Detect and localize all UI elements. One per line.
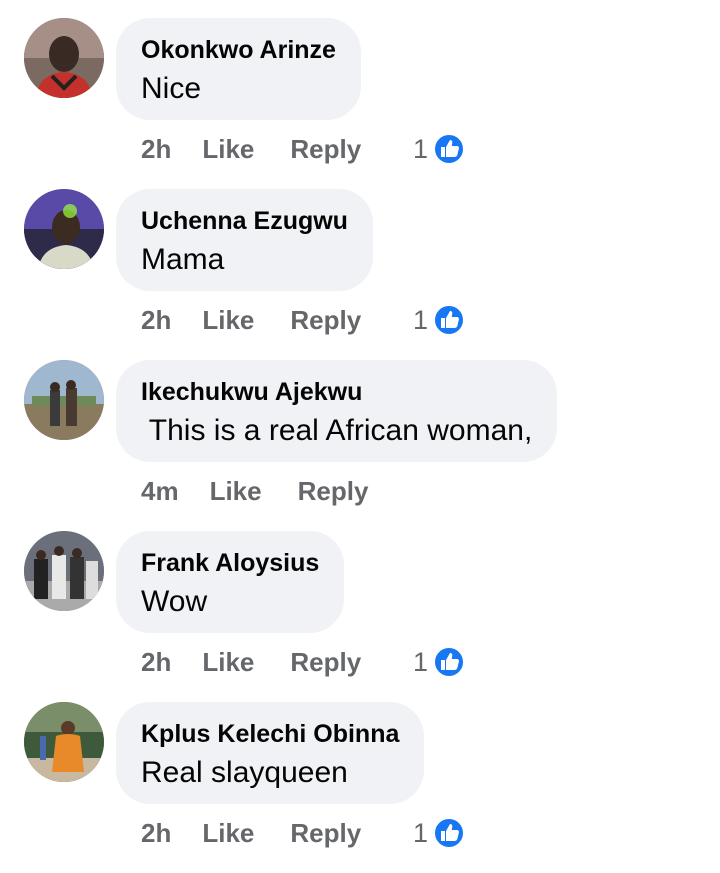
- like-button[interactable]: Like: [202, 134, 254, 165]
- comment-bubble: Ikechukwu Ajekwu This is a real African …: [116, 360, 558, 462]
- comment-bubble: Okonkwo Arinze Nice: [116, 18, 361, 120]
- comment-item: Okonkwo Arinze Nice 2h Like Reply 1: [0, 18, 720, 189]
- reply-button[interactable]: Reply: [290, 134, 361, 165]
- avatar[interactable]: [24, 702, 104, 782]
- avatar[interactable]: [24, 531, 104, 611]
- comment-time[interactable]: 2h: [141, 305, 171, 336]
- comment-author[interactable]: Okonkwo Arinze: [141, 35, 336, 65]
- comment-item: Kplus Kelechi Obinna Real slayqueen 2h L…: [0, 702, 720, 873]
- comment-text: This is a real African woman,: [141, 414, 533, 447]
- avatar[interactable]: [24, 360, 104, 440]
- comment-time[interactable]: 2h: [141, 134, 171, 165]
- comment-item: Uchenna Ezugwu Mama 2h Like Reply 1: [0, 189, 720, 360]
- reaction-count: 1: [413, 817, 429, 848]
- comment-actions: 2h Like Reply: [141, 131, 361, 167]
- comment-author[interactable]: Ikechukwu Ajekwu: [141, 377, 532, 407]
- reply-button[interactable]: Reply: [290, 647, 361, 678]
- reaction-summary[interactable]: 1: [413, 302, 466, 338]
- comment-text: Nice: [141, 72, 202, 105]
- comment-bubble: Uchenna Ezugwu Mama: [116, 189, 373, 291]
- avatar-two-people-outdoor-icon: [24, 360, 104, 440]
- comment-bubble: Kplus Kelechi Obinna Real slayqueen: [116, 702, 425, 804]
- reply-button[interactable]: Reply: [290, 818, 361, 849]
- comment-text: Real slayqueen: [141, 756, 348, 789]
- reply-button[interactable]: Reply: [290, 305, 361, 336]
- comment-actions: 4m Like Reply: [141, 473, 368, 509]
- thumbs-up-icon: [433, 646, 466, 678]
- thumbs-up-icon: [433, 133, 466, 165]
- reaction-count: 1: [413, 646, 429, 677]
- comment-author[interactable]: Kplus Kelechi Obinna: [141, 719, 399, 749]
- reaction-count: 1: [413, 304, 429, 335]
- reaction-count: 1: [413, 133, 429, 164]
- comment-time[interactable]: 4m: [141, 476, 179, 507]
- like-button[interactable]: Like: [202, 305, 254, 336]
- comment-item: Frank Aloysius Wow 2h Like Reply 1: [0, 531, 720, 702]
- avatar-person-orange-outfit-icon: [24, 702, 104, 782]
- like-button[interactable]: Like: [202, 818, 254, 849]
- avatar[interactable]: [24, 189, 104, 269]
- reply-button[interactable]: Reply: [298, 476, 369, 507]
- comment-item: Ikechukwu Ajekwu This is a real African …: [0, 360, 720, 531]
- like-button[interactable]: Like: [210, 476, 262, 507]
- comment-actions: 2h Like Reply: [141, 815, 361, 851]
- thumbs-up-icon: [433, 817, 466, 849]
- avatar[interactable]: [24, 18, 104, 98]
- comment-time[interactable]: 2h: [141, 647, 171, 678]
- reaction-summary[interactable]: 1: [413, 644, 466, 680]
- avatar-man-red-shirt-icon: [24, 18, 104, 98]
- comment-author[interactable]: Uchenna Ezugwu: [141, 206, 348, 236]
- reaction-summary[interactable]: 1: [413, 131, 466, 167]
- comment-time[interactable]: 2h: [141, 818, 171, 849]
- comment-text: Mama: [141, 243, 225, 276]
- reaction-summary[interactable]: 1: [413, 815, 466, 851]
- comment-text: Wow: [141, 585, 208, 618]
- thumbs-up-icon: [433, 304, 466, 336]
- like-button[interactable]: Like: [202, 647, 254, 678]
- comment-actions: 2h Like Reply: [141, 644, 361, 680]
- avatar-group-photo-icon: [24, 531, 104, 611]
- avatar-man-green-light-icon: [24, 189, 104, 269]
- comment-author[interactable]: Frank Aloysius: [141, 548, 319, 578]
- comment-bubble: Frank Aloysius Wow: [116, 531, 345, 633]
- comment-actions: 2h Like Reply: [141, 302, 361, 338]
